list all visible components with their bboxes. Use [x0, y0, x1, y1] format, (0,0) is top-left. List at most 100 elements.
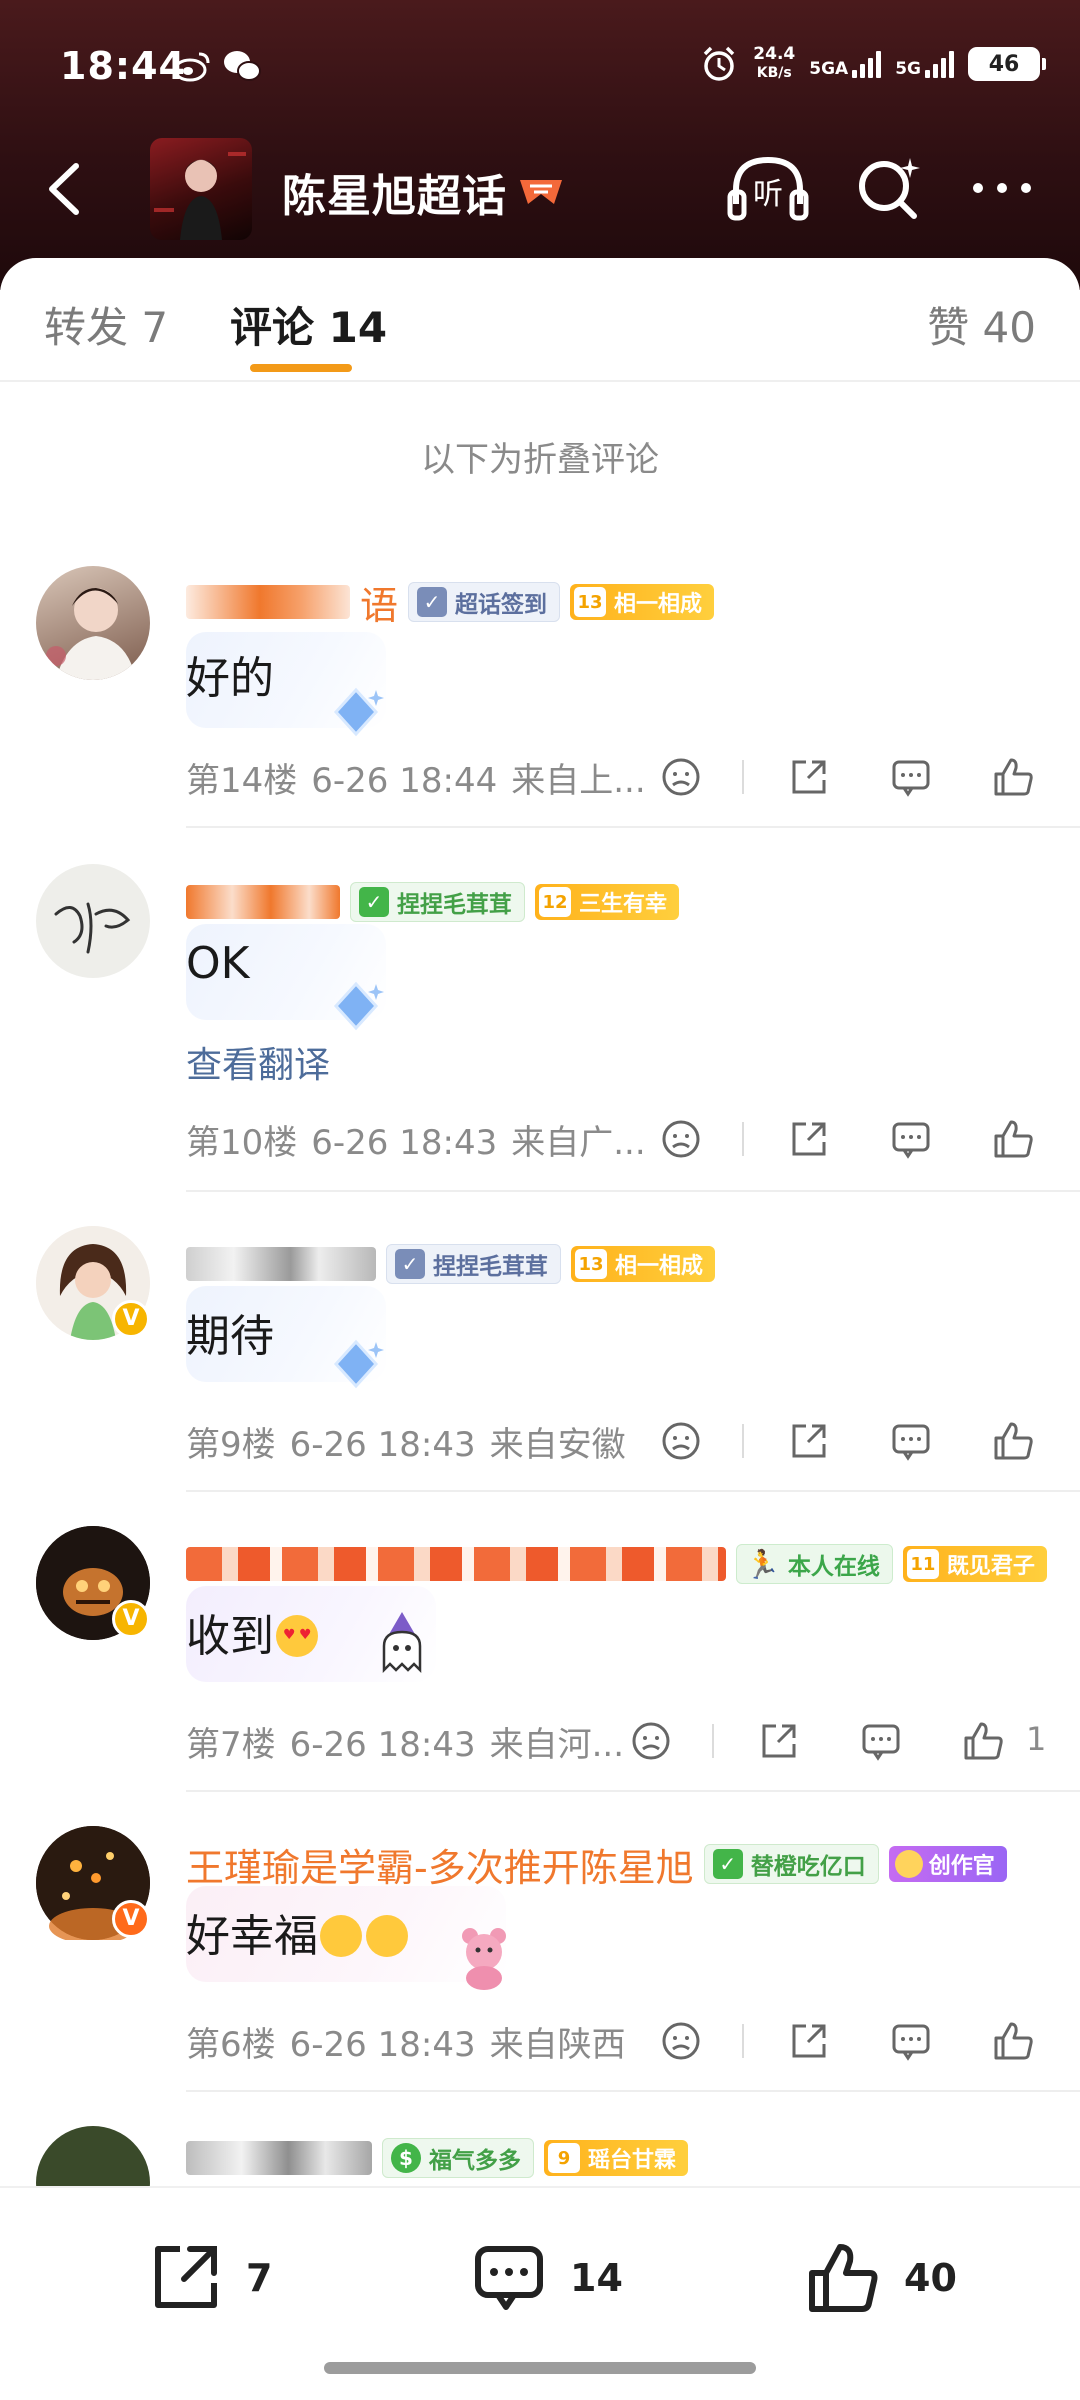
- supertopic-thumbnail[interactable]: [150, 138, 252, 240]
- share-button[interactable]: [786, 1116, 832, 1162]
- tab-repost[interactable]: 转发 7: [44, 294, 168, 355]
- comment-item: V 王瑾瑜是学霸-多次推开陈星旭 ✓ 替橙吃亿口 创作官 好幸福 第6楼 6-26 …: [0, 1826, 1080, 2106]
- like-button[interactable]: [990, 1418, 1036, 1464]
- reply-button[interactable]: [888, 2018, 934, 2064]
- reply-button[interactable]: [888, 1418, 934, 1464]
- like-button[interactable]: [990, 754, 1036, 800]
- dislike-button[interactable]: [658, 2018, 704, 2064]
- like-button[interactable]: [960, 1718, 1006, 1764]
- fan-badge[interactable]: ✓ 捏捏毛茸茸: [386, 1244, 561, 1284]
- like-icon: [994, 1422, 1033, 1460]
- comment-icon: [475, 2246, 543, 2310]
- heart-eyes-emoji-icon: ♥ ♥: [276, 1615, 318, 1657]
- username-redacted: [186, 2141, 372, 2175]
- repost-count: 7: [246, 2256, 273, 2300]
- comment-button[interactable]: 14: [470, 2238, 623, 2318]
- reply-button[interactable]: [858, 1718, 904, 1764]
- reply-button[interactable]: [888, 1116, 934, 1162]
- check-icon: ✓: [359, 887, 389, 917]
- check-icon: ✓: [395, 1249, 425, 1279]
- like-icon: [994, 1120, 1033, 1158]
- avatar[interactable]: V: [36, 1826, 150, 1944]
- view-translation-link[interactable]: 查看翻译: [186, 1036, 330, 1088]
- level-badge[interactable]: 11 既见君子: [902, 1546, 1047, 1582]
- verified-badge-icon: V: [112, 1300, 150, 1338]
- dislike-button[interactable]: [658, 1116, 704, 1162]
- username[interactable]: 王瑾瑜是学霸-多次推开陈星旭: [186, 1837, 694, 1892]
- username[interactable]: 语: [360, 575, 398, 630]
- creator-badge[interactable]: 创作官: [888, 1846, 1007, 1882]
- like-count: 40: [904, 2256, 957, 2300]
- signal-bars-2: [925, 50, 954, 78]
- home-indicator[interactable]: [324, 2362, 756, 2374]
- share-icon: [792, 1424, 826, 1458]
- status-bar: 18:44 24.4 KB/s 5GA 5G 46: [0, 0, 1080, 130]
- tab-like[interactable]: 赞 40: [927, 294, 1036, 355]
- comment-item: V ✓ 捏捏毛茸茸 13 相一相成 期待 第9楼 6-26 18:43 来自安徽: [0, 1226, 1080, 1506]
- nav-bar: 陈星旭超话 听: [0, 130, 1080, 250]
- avatar[interactable]: [36, 566, 150, 680]
- like-button[interactable]: [990, 2018, 1036, 2064]
- share-button[interactable]: [756, 1718, 802, 1764]
- level-badge[interactable]: 13 相一相成: [570, 584, 715, 620]
- listen-button[interactable]: 听: [726, 152, 810, 224]
- listen-label: 听: [753, 177, 783, 212]
- comment-location: 来自陕西: [489, 2024, 626, 2065]
- fan-badge[interactable]: $ 福气多多: [382, 2138, 534, 2178]
- network-label-2: 5G: [895, 59, 921, 79]
- comment-time: 6-26 18:43: [289, 1424, 476, 1465]
- dislike-button[interactable]: [658, 754, 704, 800]
- comment-text: 期待: [186, 1311, 274, 1362]
- dislike-button[interactable]: [658, 1418, 704, 1464]
- floor-number: 第14楼: [186, 760, 298, 801]
- comment-text: 好幸福: [186, 1900, 408, 1964]
- repost-button[interactable]: 7: [146, 2238, 272, 2318]
- supertopic-title[interactable]: 陈星旭超话: [282, 160, 507, 224]
- tab-comment[interactable]: 评论 14: [230, 294, 387, 355]
- comments-sheet: 转发 7 评论 14 赞 40 以下为折叠评论 语 ✓ 超话签到 13 相一相成 好…: [0, 258, 1080, 2400]
- dislike-icon: [632, 1722, 670, 1760]
- share-button[interactable]: [786, 754, 832, 800]
- share-icon: [792, 760, 826, 794]
- back-icon[interactable]: [36, 154, 96, 224]
- comment-time: 6-26 18:43: [289, 2024, 476, 2065]
- check-icon: ✓: [417, 587, 448, 617]
- comment-time: 6-26 18:44: [311, 760, 498, 801]
- avatar[interactable]: V: [36, 1526, 150, 1640]
- like-button[interactable]: 40: [804, 2238, 957, 2318]
- level-badge[interactable]: 12 三生有幸: [535, 884, 680, 920]
- comment-item: V 🏃 本人在线 11 既见君子 收到 ♥ ♥ 第7楼 6-26 18:43 来自河... …: [0, 1526, 1080, 1806]
- share-button[interactable]: [786, 2018, 832, 2064]
- pleading-face-emoji-icon: [366, 1915, 408, 1957]
- more-icon[interactable]: [966, 152, 1038, 224]
- comment-icon: [892, 760, 930, 797]
- divider: [742, 760, 744, 794]
- comment-item: 语 ✓ 超话签到 13 相一相成 好的 第14楼 6-26 18:44 来自上...: [0, 562, 1080, 842]
- fan-badge[interactable]: ✓ 捏捏毛茸茸: [350, 882, 525, 922]
- search-icon[interactable]: [852, 152, 924, 224]
- divider: [742, 1122, 744, 1156]
- comment-divider: [186, 1190, 1080, 1192]
- reply-button[interactable]: [888, 754, 934, 800]
- like-icon: [809, 2244, 878, 2312]
- share-icon: [792, 1122, 826, 1156]
- floor-number: 第10楼: [186, 1122, 298, 1163]
- comment-divider: [186, 1790, 1080, 1792]
- comment-item: ✓ 捏捏毛茸茸 12 三生有幸 OK 查看翻译 第10楼 6-26 18:43 来自广.…: [0, 864, 1080, 1204]
- avatar[interactable]: V: [36, 1226, 150, 1340]
- verified-badge-icon: V: [112, 1600, 150, 1638]
- dislike-button[interactable]: [628, 1718, 674, 1764]
- fan-badge[interactable]: ✓ 替橙吃亿口: [703, 1844, 879, 1884]
- fan-badge[interactable]: ✓ 超话签到: [408, 582, 561, 622]
- comment-divider: [186, 2090, 1080, 2092]
- avatar[interactable]: [36, 864, 150, 978]
- comment-icon: [892, 1122, 930, 1159]
- bear-decoration-icon: [462, 1928, 506, 1990]
- status-time: 18:44: [60, 44, 186, 88]
- check-icon: ✓: [712, 1849, 743, 1879]
- like-button[interactable]: [990, 1116, 1036, 1162]
- online-badge[interactable]: 🏃 本人在线: [736, 1544, 893, 1584]
- level-badge[interactable]: 13 相一相成: [571, 1246, 716, 1282]
- level-badge[interactable]: 9 瑶台甘霖: [544, 2140, 689, 2176]
- share-button[interactable]: [786, 1418, 832, 1464]
